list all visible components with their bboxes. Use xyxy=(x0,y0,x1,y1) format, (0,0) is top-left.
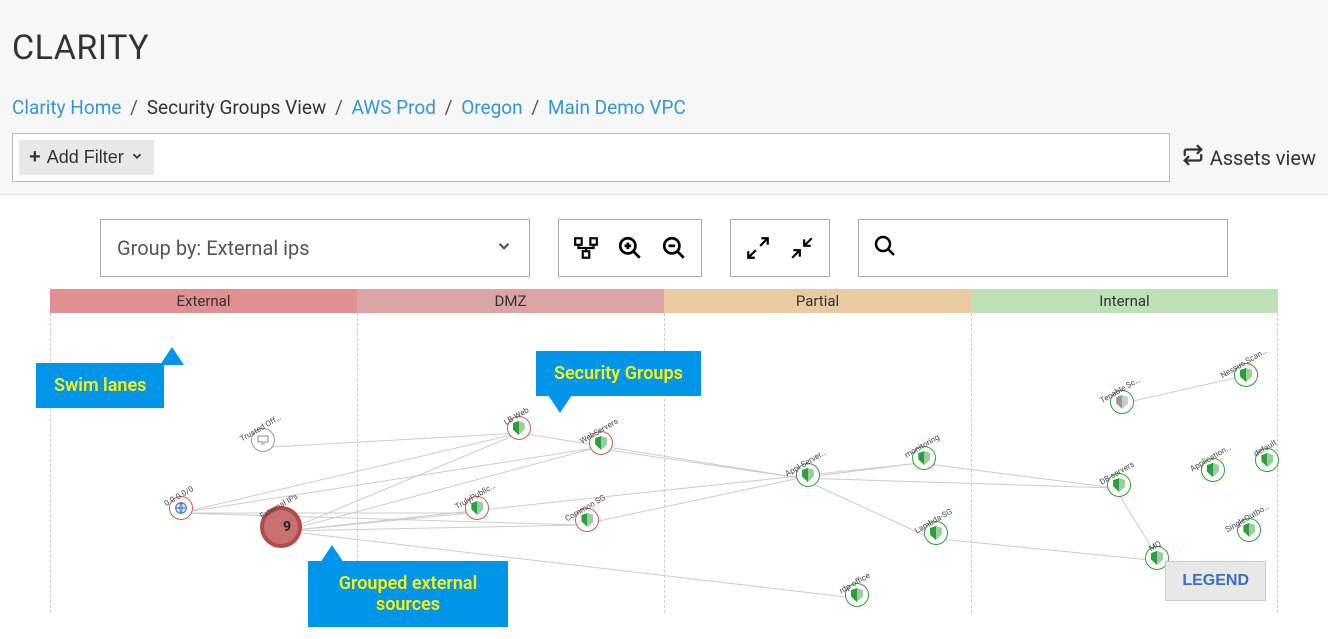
lane-partial: Partial xyxy=(664,289,971,313)
breadcrumb: Clarity Home / Security Groups View / AW… xyxy=(12,96,1316,119)
node-external-ips[interactable]: External IPs 9 xyxy=(260,501,302,548)
expand-icon[interactable] xyxy=(745,235,771,261)
breadcrumb-vpc[interactable]: Main Demo VPC xyxy=(548,96,686,119)
chevron-down-icon xyxy=(130,147,144,168)
layout-icon[interactable] xyxy=(573,235,599,261)
group-by-dropdown[interactable]: Group by: External ips xyxy=(100,219,530,277)
callout-swim-lanes: Swim lanes xyxy=(36,363,164,408)
breadcrumb-sep: / xyxy=(445,96,453,119)
add-filter-label: Add Filter xyxy=(47,147,124,168)
filter-bar[interactable]: + Add Filter xyxy=(12,133,1170,182)
search-icon xyxy=(873,234,897,262)
breadcrumb-sep: / xyxy=(531,96,539,119)
add-filter-button[interactable]: + Add Filter xyxy=(19,140,154,175)
node-appl-server[interactable]: Appl Server… xyxy=(785,458,831,487)
lane-dmz: DMZ xyxy=(357,289,664,313)
node-nessus-scan[interactable]: Nessus Scan… xyxy=(1220,358,1272,387)
callout-security-groups: Security Groups xyxy=(536,351,701,396)
swap-icon xyxy=(1182,144,1204,171)
swim-lanes-header: External DMZ Partial Internal xyxy=(50,289,1278,313)
group-by-label: Group by: External ips xyxy=(117,236,310,260)
callout-grouped-sources: Grouped external sources xyxy=(308,561,508,627)
node-tenable-sc[interactable]: Tenable Sc… xyxy=(1100,385,1144,414)
node-db-servers[interactable]: DB servers xyxy=(1100,468,1138,497)
lane-internal: Internal xyxy=(971,289,1278,313)
collapse-icon[interactable] xyxy=(789,235,815,261)
chevron-down-icon xyxy=(495,236,513,260)
node-monitoring[interactable]: monitoring xyxy=(905,441,944,470)
legend-button[interactable]: LEGEND xyxy=(1165,561,1266,601)
assets-view-link[interactable]: Assets view xyxy=(1182,144,1316,171)
breadcrumb-sep: / xyxy=(335,96,343,119)
node-trusted-off[interactable]: Trusted Off… xyxy=(240,423,286,452)
node-lambda-sg[interactable]: Lambda-SG xyxy=(915,516,956,545)
node-rdp-office[interactable]: rdp-office xyxy=(840,578,874,607)
node-webservers[interactable]: WebServers xyxy=(580,426,622,455)
group-count: 9 xyxy=(283,519,291,535)
breadcrumb-account[interactable]: AWS Prod xyxy=(352,96,436,119)
zoom-in-icon[interactable] xyxy=(617,235,643,261)
breadcrumb-home[interactable]: Clarity Home xyxy=(12,96,121,119)
assets-view-label: Assets view xyxy=(1210,146,1316,170)
page-title: CLARITY xyxy=(12,28,1316,68)
graph-canvas[interactable]: Swim lanes Security Groups Grouped exter… xyxy=(50,313,1278,613)
zoom-out-icon[interactable] xyxy=(661,235,687,261)
plus-icon: + xyxy=(29,146,41,169)
node-single-outbo[interactable]: SingleOutbo… xyxy=(1225,513,1274,542)
node-truly-public[interactable]: TrulyPublic… xyxy=(455,491,500,520)
node-zero-cidr[interactable]: 0.0.0.0/0 xyxy=(165,491,197,520)
node-application[interactable]: Application… xyxy=(1190,453,1236,482)
search-box[interactable] xyxy=(858,219,1228,277)
breadcrumb-sep: / xyxy=(130,96,138,119)
breadcrumb-region[interactable]: Oregon xyxy=(461,96,522,119)
node-lb-web[interactable]: LB-Web xyxy=(505,411,532,440)
node-common-sg[interactable]: Common SG xyxy=(565,503,610,532)
breadcrumb-view: Security Groups View xyxy=(147,96,327,119)
node-default[interactable]: default xyxy=(1255,443,1280,472)
lane-external: External xyxy=(50,289,357,313)
